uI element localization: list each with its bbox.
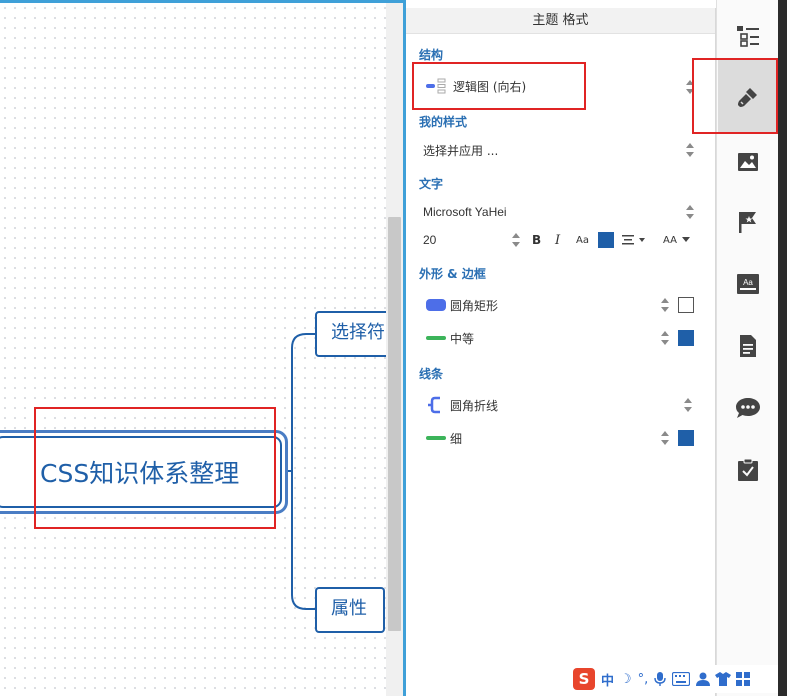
shape-value: 圆角矩形: [450, 298, 499, 313]
line-style-spinner-icon[interactable]: [684, 398, 692, 412]
my-style-value: 选择并应用 ...: [423, 143, 499, 158]
line-width-select[interactable]: 细: [426, 427, 462, 449]
notes-icon: [740, 335, 756, 357]
line-width-icon: [426, 436, 446, 440]
format-brush-icon: [738, 88, 757, 107]
branch-topic-property[interactable]: 属性: [315, 587, 385, 633]
more-text-options-button[interactable]: AA: [663, 229, 690, 251]
central-topic-box: CSS知识体系整理: [0, 436, 282, 508]
my-style-spinner-icon[interactable]: [686, 143, 694, 157]
align-icon[interactable]: [622, 234, 648, 246]
task-icon: [738, 458, 758, 481]
font-size-value: 20: [423, 233, 437, 247]
structure-spinner-icon[interactable]: [686, 80, 694, 94]
logic-chart-icon: [426, 78, 446, 94]
skin-shirt-icon[interactable]: [715, 672, 732, 686]
task-button[interactable]: [717, 442, 779, 498]
mindmap-canvas[interactable]: 选择符 属性 CSS知识体系整理: [0, 0, 406, 696]
chevron-down-icon: [681, 237, 690, 242]
notes-button[interactable]: [717, 318, 779, 374]
microphone-icon[interactable]: [654, 671, 667, 687]
font-family-select[interactable]: Microsoft YaHei: [423, 201, 507, 223]
moon-icon[interactable]: ☽: [620, 672, 632, 687]
text-case-button[interactable]: Aa: [576, 229, 589, 251]
marker-button[interactable]: [717, 194, 779, 250]
line-width-spinner-icon[interactable]: [661, 431, 669, 445]
central-topic-label: CSS知识体系整理: [40, 459, 240, 488]
branch-topic-label: 选择符: [331, 322, 385, 343]
section-text: 文字: [419, 177, 444, 191]
window-edge: [778, 0, 787, 696]
outline-icon: [737, 26, 759, 47]
border-width-value: 中等: [450, 331, 475, 346]
keyboard-icon[interactable]: [672, 672, 691, 686]
comment-icon: [736, 398, 760, 418]
line-style-value: 圆角折线: [450, 398, 499, 413]
outline-button[interactable]: [717, 8, 779, 64]
punctuation-icon[interactable]: °,: [638, 672, 649, 687]
format-button[interactable]: [718, 60, 778, 134]
ime-mode-toggle[interactable]: 中: [601, 670, 614, 689]
text-style-button[interactable]: Aa: [717, 256, 779, 312]
branch-topic-label: 属性: [331, 598, 367, 619]
image-button[interactable]: [717, 134, 779, 190]
font-size-spinner-icon[interactable]: [512, 233, 520, 247]
bold-button[interactable]: B: [532, 229, 541, 251]
text-color-swatch[interactable]: [598, 232, 614, 248]
svg-text:Aa: Aa: [743, 278, 753, 287]
section-my-style: 我的样式: [419, 115, 468, 129]
line-style-select[interactable]: 圆角折线: [426, 394, 498, 416]
toolbox-grid-icon[interactable]: [736, 672, 751, 686]
font-size-field[interactable]: 20: [423, 229, 436, 251]
section-line: 线条: [419, 367, 444, 381]
text-style-icon: Aa: [737, 274, 759, 294]
border-line-icon: [426, 336, 446, 340]
shape-spinner-icon[interactable]: [661, 298, 669, 312]
line-color-swatch[interactable]: [678, 430, 694, 446]
flag-icon: [739, 212, 756, 233]
italic-button[interactable]: I: [555, 229, 560, 251]
panel-title: 主题 格式: [406, 8, 715, 34]
structure-select[interactable]: 逻辑图 (向右): [426, 75, 526, 97]
comment-button[interactable]: [717, 380, 779, 436]
sogou-logo-icon[interactable]: S: [573, 668, 595, 690]
central-topic[interactable]: CSS知识体系整理: [0, 430, 288, 514]
more-text-label: AA: [663, 234, 677, 246]
my-style-select[interactable]: 选择并应用 ...: [423, 139, 498, 161]
structure-value: 逻辑图 (向右): [453, 79, 527, 94]
shape-select[interactable]: 圆角矩形: [426, 294, 498, 316]
format-panel: 主题 格式 结构 逻辑图 (向右) 我的样式 选择并应用 ... 文字 Micr…: [406, 8, 716, 696]
border-width-select[interactable]: 中等: [426, 327, 474, 349]
image-icon: [738, 153, 758, 171]
user-icon[interactable]: [695, 672, 711, 686]
section-structure: 结构: [419, 48, 444, 62]
shape-fill-swatch[interactable]: [678, 297, 694, 313]
canvas-scroll-thumb[interactable]: [388, 217, 401, 631]
section-shape-border: 外形 & 边框: [419, 267, 486, 281]
rounded-elbow-line-icon: [428, 396, 440, 414]
font-family-value: Microsoft YaHei: [423, 205, 507, 219]
border-spinner-icon[interactable]: [661, 331, 669, 345]
line-width-value: 细: [450, 431, 463, 446]
border-color-swatch[interactable]: [678, 330, 694, 346]
ime-toolbar: S 中 ☽ °,: [570, 665, 778, 693]
font-family-spinner-icon[interactable]: [686, 205, 694, 219]
right-toolbar: Aa: [716, 0, 778, 696]
rounded-rect-shape-icon: [426, 299, 446, 311]
